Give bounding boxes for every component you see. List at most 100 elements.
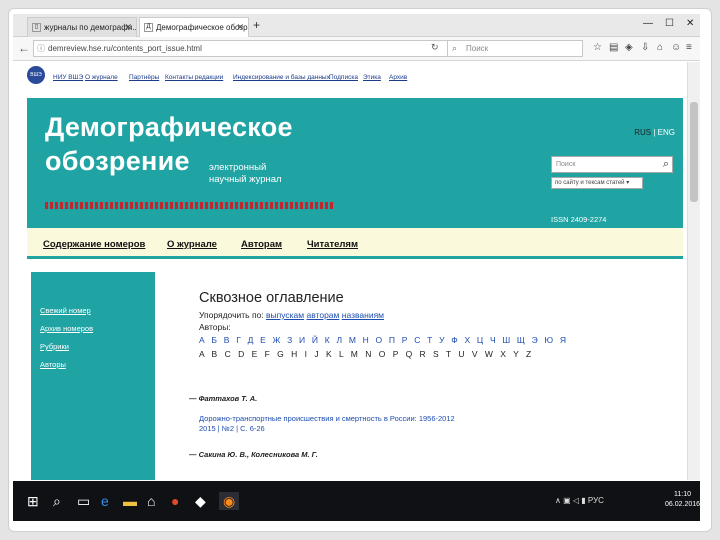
article-ref: 2015 | №2 | С. 6-26 bbox=[199, 424, 265, 433]
reading-list-icon[interactable]: ▤ bbox=[609, 42, 618, 53]
lang-rus[interactable]: RUS bbox=[634, 128, 651, 137]
hse-link[interactable]: Контакты редакции bbox=[165, 74, 223, 81]
hse-link[interactable]: Этика bbox=[363, 74, 381, 81]
hse-link[interactable]: Архив bbox=[389, 74, 407, 81]
author-name: — Фаттахов Т. А. bbox=[189, 394, 258, 403]
clock-date: 06.02.2016 bbox=[665, 501, 700, 508]
pocket-icon[interactable]: ◈ bbox=[625, 42, 633, 53]
hse-top-links: ВШЭ НИУ ВШЭ О журнале Партнёры Контакты … bbox=[27, 62, 683, 88]
store-icon[interactable]: ⌂ bbox=[147, 492, 155, 510]
nav-readers[interactable]: Читателям bbox=[307, 239, 358, 250]
clock-time: 11:10 bbox=[674, 491, 692, 498]
app-icon[interactable]: ● bbox=[171, 492, 179, 510]
sort-prefix: Упорядочить по: bbox=[199, 310, 264, 320]
hse-link[interactable]: Партнёры bbox=[129, 74, 159, 81]
address-bar[interactable]: ⓘ demreview.hse.ru/contents_port_issue.h… bbox=[33, 40, 450, 57]
minimize-icon[interactable]: — bbox=[643, 18, 653, 29]
tab-label: Демографическое обозр... bbox=[156, 23, 249, 32]
browser-screen: ▯ журналы по демографи... ✕ Д Демографич… bbox=[13, 14, 700, 521]
latin-alphabet-letters[interactable]: A B C D E F G H I J K L M N O P Q R S T … bbox=[199, 349, 534, 359]
language-switch: RUS | ENG bbox=[634, 128, 675, 137]
main-nav: Содержание номеров О журнале Авторам Чит… bbox=[27, 228, 683, 259]
search-scope-select[interactable]: по сайту и тексам статей ▾ bbox=[551, 177, 643, 189]
journal-title[interactable]: обозрение bbox=[45, 146, 190, 177]
scrollbar-thumb[interactable] bbox=[690, 102, 698, 202]
info-icon: ⓘ bbox=[37, 44, 45, 53]
author-name: — Сакина Ю. В., Колесникова М. Г. bbox=[189, 450, 318, 459]
journal-title[interactable]: Демографическое bbox=[45, 112, 293, 143]
chevron-down-icon: ▾ bbox=[626, 180, 630, 186]
search-icon[interactable]: ⌕ bbox=[663, 158, 669, 171]
nav-authors[interactable]: Авторам bbox=[241, 239, 282, 250]
tab-journals[interactable]: ▯ журналы по демографи... ✕ bbox=[27, 17, 137, 37]
hse-link[interactable]: Подписка bbox=[329, 74, 358, 81]
search-icon: ⌕ bbox=[452, 43, 458, 53]
sort-by-author-link[interactable]: авторам bbox=[307, 310, 340, 320]
browser-search-input[interactable]: ⌕ Поиск bbox=[447, 40, 583, 57]
cyrillic-alphabet-links[interactable]: А Б В Г Д Е Ж З И Й К Л М Н О П Р С Т У … bbox=[199, 335, 568, 345]
tab-bar: ▯ журналы по демографи... ✕ Д Демографич… bbox=[13, 14, 700, 37]
decorative-stripe bbox=[45, 202, 335, 209]
tab-label: журналы по демографи... bbox=[44, 23, 137, 32]
new-tab-button[interactable]: + bbox=[253, 18, 260, 32]
edge-icon[interactable]: e bbox=[101, 492, 109, 510]
search-placeholder: Поиск bbox=[466, 44, 489, 53]
document-icon: ▯ bbox=[32, 23, 41, 32]
star-icon[interactable]: ☆ bbox=[593, 42, 602, 53]
authors-label: Авторы: bbox=[199, 322, 231, 332]
sidebar-item-archive[interactable]: Архив номеров bbox=[40, 324, 93, 333]
search-scope-value: по сайту и тексам статей bbox=[555, 180, 625, 186]
hse-logo-icon[interactable]: ВШЭ bbox=[27, 66, 45, 84]
clock[interactable]: 11:10 06.02.2016 bbox=[665, 490, 700, 510]
hse-link[interactable]: НИУ ВШЭ bbox=[53, 74, 83, 81]
windows-taskbar: ⊞ ⌕ ▭ e ▬ ⌂ ● ◆ ◉ ∧ ▣ ◁ ▮ РУС 11:10 06.0… bbox=[13, 481, 700, 521]
network-icon[interactable]: ▣ bbox=[563, 496, 571, 505]
site-search-input[interactable]: Поиск ⌕ bbox=[551, 156, 673, 173]
sort-options: Упорядочить по: выпускам авторам названи… bbox=[199, 310, 384, 320]
search-icon[interactable]: ⌕ bbox=[53, 492, 61, 510]
sort-by-issue-link[interactable]: выпускам bbox=[266, 310, 304, 320]
article-title[interactable]: Дорожно-транспортные происшествия и смер… bbox=[199, 414, 455, 424]
navigation-bar: ← ⓘ demreview.hse.ru/contents_port_issue… bbox=[13, 37, 700, 61]
close-window-icon[interactable]: ✕ bbox=[686, 18, 694, 29]
sidebar-item-rubrics[interactable]: Рубрики bbox=[40, 342, 69, 351]
sort-by-title-link[interactable]: названиям bbox=[342, 310, 384, 320]
nav-about[interactable]: О журнале bbox=[167, 239, 217, 250]
close-icon[interactable]: ✕ bbox=[236, 22, 244, 33]
close-icon[interactable]: ✕ bbox=[124, 22, 132, 33]
journal-banner: Демографическое обозрение электронный на… bbox=[27, 98, 683, 228]
nav-contents[interactable]: Содержание номеров bbox=[43, 239, 145, 250]
page-title: Сквозное оглавление bbox=[199, 290, 344, 306]
lang-eng[interactable]: ENG bbox=[658, 128, 675, 137]
chevron-up-icon[interactable]: ∧ bbox=[555, 496, 561, 505]
sync-icon[interactable]: ☺ bbox=[671, 42, 681, 53]
menu-icon[interactable]: ≡ bbox=[686, 42, 692, 53]
site-search-placeholder: Поиск bbox=[556, 161, 576, 168]
site-favicon-icon: Д bbox=[144, 23, 153, 32]
windows-start-icon[interactable]: ⊞ bbox=[27, 492, 39, 510]
tab-demreview[interactable]: Д Демографическое обозр... ✕ bbox=[139, 17, 249, 37]
hse-link[interactable]: Индексирование и базы данных bbox=[233, 74, 330, 81]
download-icon[interactable]: ⇩ bbox=[641, 42, 649, 53]
sidebar: Свежий номер Архив номеров Рубрики Автор… bbox=[31, 272, 155, 480]
system-tray: ∧ ▣ ◁ ▮ РУС bbox=[555, 496, 604, 505]
keyboard-layout[interactable]: РУС bbox=[588, 496, 604, 505]
hse-link[interactable]: О журнале bbox=[85, 74, 118, 81]
article-link[interactable]: Дорожно-транспортные происшествия и смер… bbox=[199, 414, 455, 434]
folder-icon[interactable]: ▬ bbox=[123, 492, 137, 510]
maximize-icon[interactable]: ☐ bbox=[665, 18, 674, 29]
back-arrow-icon[interactable]: ← bbox=[18, 41, 30, 55]
firefox-icon[interactable]: ◉ bbox=[219, 492, 240, 510]
web-page: ВШЭ НИУ ВШЭ О журнале Партнёры Контакты … bbox=[13, 62, 700, 480]
volume-icon[interactable]: ◁ bbox=[573, 496, 579, 505]
app-icon[interactable]: ◆ bbox=[195, 492, 206, 510]
battery-icon[interactable]: ▮ bbox=[581, 496, 585, 505]
sidebar-item-latest[interactable]: Свежий номер bbox=[40, 306, 91, 315]
issn-text: ISSN 2409-2274 bbox=[551, 215, 607, 224]
journal-subtitle: электронный научный журнал bbox=[209, 162, 282, 185]
reload-icon[interactable]: ↻ bbox=[431, 42, 439, 53]
task-view-icon[interactable]: ▭ bbox=[77, 492, 90, 510]
sidebar-item-authors[interactable]: Авторы bbox=[40, 360, 66, 369]
scrollbar[interactable] bbox=[687, 62, 700, 480]
home-icon[interactable]: ⌂ bbox=[657, 42, 663, 53]
